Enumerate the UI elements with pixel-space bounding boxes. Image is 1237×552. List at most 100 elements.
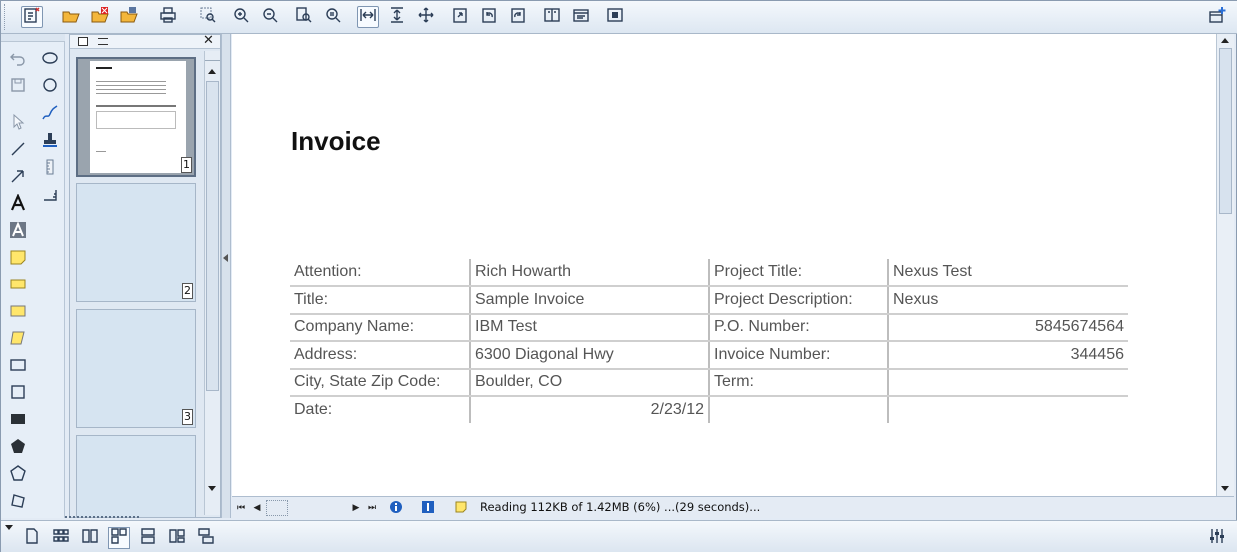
highlight-tool[interactable] — [7, 275, 29, 297]
zoom-out-icon — [261, 6, 279, 28]
toolbar-grip[interactable] — [4, 4, 6, 30]
thumbnail-page-2[interactable]: 2 — [76, 183, 196, 302]
document-scroll-thumb[interactable] — [1219, 48, 1232, 214]
page-count-button[interactable] — [421, 500, 435, 516]
scroll-down-arrow-icon[interactable] — [208, 486, 216, 491]
close-panel-icon[interactable]: ✕ — [203, 33, 214, 48]
rectangle-tool[interactable] — [7, 356, 29, 378]
sticky-note-icon — [9, 248, 27, 270]
print-button[interactable] — [157, 6, 179, 28]
cascade-button[interactable] — [195, 527, 217, 549]
fit-height-button[interactable] — [386, 6, 408, 28]
zoom-out-button[interactable] — [259, 6, 281, 28]
snapshot-button[interactable] — [604, 6, 626, 28]
list-view-icon[interactable] — [98, 38, 108, 45]
single-page-icon — [23, 527, 41, 549]
notes-button[interactable] — [454, 500, 468, 516]
circle-tool[interactable] — [39, 76, 61, 98]
rotate-button[interactable] — [449, 6, 471, 28]
table-cell-label: Project Description: — [708, 286, 888, 315]
scroll-up-arrow-icon[interactable] — [1221, 38, 1229, 43]
table-cell-value — [887, 395, 1128, 424]
text-box-tool[interactable] — [7, 221, 29, 243]
last-page-button[interactable]: ⏭ — [365, 500, 379, 516]
open-button[interactable] — [60, 6, 82, 28]
thumbnail-scroll-thumb[interactable] — [206, 81, 219, 391]
zoom-to-fit-icon — [295, 6, 313, 28]
arrow-tool[interactable] — [7, 167, 29, 189]
save-annotation-tool[interactable] — [7, 76, 29, 98]
new-window-button[interactable] — [1206, 6, 1228, 28]
ellipse-tool[interactable] — [39, 49, 61, 71]
thumbnail-view-icon[interactable] — [78, 37, 88, 46]
zoom-region-button[interactable] — [197, 6, 219, 28]
filled-rectangle-tool[interactable] — [7, 410, 29, 432]
undo-icon — [9, 49, 27, 71]
document-scrollbar[interactable] — [1216, 34, 1234, 496]
info-button[interactable] — [389, 500, 403, 516]
fit-width-button[interactable] — [357, 6, 379, 28]
document-viewport[interactable]: Invoice Attention: Rich Howarth Project Ti… — [232, 34, 1216, 496]
book-button[interactable] — [166, 527, 188, 549]
table-cell-label: Address: — [290, 341, 470, 370]
scroll-down-arrow-icon[interactable] — [1221, 486, 1229, 491]
thumbnail-scrollbar[interactable] — [204, 51, 220, 515]
view-settings-button[interactable] — [1206, 527, 1228, 549]
pan-button[interactable] — [415, 6, 437, 28]
first-page-button[interactable]: ⏮ — [234, 500, 248, 516]
line-tool[interactable] — [7, 140, 29, 162]
thumbnail-page-1[interactable]: 1 — [76, 57, 196, 177]
stamp-tool[interactable] — [39, 131, 61, 153]
pen-tool[interactable] — [39, 104, 61, 126]
text-tool[interactable] — [7, 193, 29, 216]
zoom-to-fit-button[interactable] — [293, 6, 315, 28]
page-setup-icon — [543, 6, 561, 28]
zoom-in-button[interactable] — [230, 6, 252, 28]
facing-pages-button[interactable] — [79, 527, 101, 549]
collapse-arrow-icon[interactable] — [223, 254, 228, 262]
text-icon — [9, 193, 27, 216]
page-input-grip[interactable] — [266, 500, 288, 516]
thumbnail-page-4[interactable] — [76, 435, 196, 517]
previous-page-button[interactable]: ◀ — [250, 500, 264, 516]
grid-pages-button[interactable] — [50, 527, 72, 549]
single-page-button[interactable] — [21, 527, 43, 549]
filled-polygon-tool[interactable] — [7, 437, 29, 459]
new-window-icon — [1208, 6, 1226, 28]
area-highlight-tool[interactable] — [7, 302, 29, 324]
square-tool[interactable] — [7, 383, 29, 405]
properties-button[interactable] — [570, 6, 592, 28]
close-file-button[interactable] — [89, 6, 111, 28]
rotate-right-button[interactable] — [507, 6, 529, 28]
scroll-top-button[interactable] — [205, 49, 220, 61]
table-cell-label: Invoice Number: — [708, 341, 888, 370]
panel-splitter[interactable] — [221, 34, 231, 518]
polyline-tool[interactable] — [7, 491, 29, 513]
select-tool[interactable] — [7, 113, 29, 135]
rotate-left-button[interactable] — [478, 6, 500, 28]
two-up-button[interactable] — [137, 527, 159, 549]
zoom-actual-button[interactable] — [322, 6, 344, 28]
polygon-highlight-tool[interactable] — [7, 329, 29, 351]
settings-button[interactable] — [21, 6, 43, 28]
polygon-tool[interactable] — [7, 464, 29, 486]
ruler-tool[interactable] — [39, 158, 61, 180]
table-row: Title: Sample Invoice Project Description:… — [290, 286, 1128, 315]
save-button[interactable] — [118, 6, 140, 28]
page-setup-button[interactable] — [541, 6, 563, 28]
sticky-note-tool[interactable] — [7, 248, 29, 270]
table-row: Date: 2/23/12 — [290, 395, 1128, 424]
next-page-button[interactable]: ▶ — [349, 500, 363, 516]
table-cell-label: Company Name: — [290, 313, 470, 343]
thumbnail-page-3[interactable]: 3 — [76, 309, 196, 428]
thumbnail-panel-header: ✕ — [70, 33, 220, 49]
scroll-up-arrow-icon[interactable] — [208, 69, 216, 74]
undo-tool[interactable] — [7, 49, 29, 71]
toolbar-menu-arrow-icon[interactable] — [5, 525, 13, 530]
drag-handle[interactable] — [65, 516, 139, 520]
book-icon — [168, 527, 186, 549]
fit-width-icon — [359, 6, 377, 28]
zoom-actual-icon — [324, 6, 342, 28]
continuous-button[interactable] — [108, 527, 130, 549]
measure-tool[interactable] — [39, 186, 61, 208]
